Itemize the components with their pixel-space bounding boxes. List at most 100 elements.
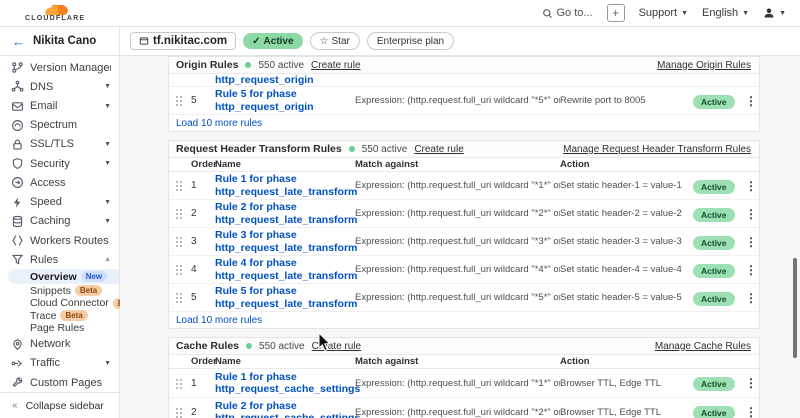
- language-menu[interactable]: English ▼: [702, 7, 749, 19]
- drag-handle[interactable]: [175, 236, 182, 247]
- rule-name-link[interactable]: Rule 1 for phasehttp_request_cache_setti…: [215, 371, 355, 396]
- access-icon: [11, 176, 24, 189]
- manage-origin-rules-link[interactable]: Manage Origin Rules: [657, 60, 751, 71]
- rule-name-link[interactable]: http_request_origin: [215, 74, 314, 86]
- rule-name-link[interactable]: Rule 2 for phasehttp_request_late_transf…: [215, 201, 355, 226]
- sidebar-item-network[interactable]: Network: [0, 335, 119, 354]
- manage-rht-rules-link[interactable]: Manage Request Header Transform Rules: [563, 144, 751, 155]
- star-button[interactable]: ☆ Star: [310, 32, 360, 50]
- chevron-down-icon: ▼: [104, 83, 111, 90]
- status-badge: Active: [693, 377, 735, 391]
- kebab-menu-icon[interactable]: ⋮: [741, 405, 761, 418]
- sidebar-item-dns[interactable]: DNS ▼: [0, 77, 119, 96]
- rule-name-link[interactable]: Rule 2 for phasehttp_request_cache_setti…: [215, 400, 355, 418]
- sidebar-item-custom-pages[interactable]: Custom Pages: [0, 373, 119, 392]
- user-menu[interactable]: ▼: [763, 7, 786, 19]
- rule-action: Set static header-5 = value-5: [560, 292, 693, 303]
- rule-action: Browser TTL, Edge TTL: [560, 378, 693, 389]
- kebab-menu-icon[interactable]: ⋮: [741, 263, 761, 277]
- sidebar-item-access[interactable]: Access: [0, 173, 119, 192]
- rule-order: 1: [191, 378, 215, 389]
- drag-handle[interactable]: [175, 95, 182, 106]
- kebab-menu-icon[interactable]: ⋮: [741, 94, 761, 108]
- rule-match-expression: Expression: (http.request.full_uri wildc…: [355, 180, 560, 191]
- back-arrow-icon[interactable]: ←: [12, 34, 25, 49]
- chevron-down-icon: ▼: [104, 160, 111, 167]
- status-badge: Active: [693, 95, 735, 109]
- table-row: 5 Rule 5 for phasehttp_request_late_tran…: [169, 284, 759, 312]
- manage-cache-rules-link[interactable]: Manage Cache Rules: [655, 341, 751, 352]
- drag-handle[interactable]: [175, 407, 182, 418]
- rule-match-expression: Expression: (http.request.full_uri wildc…: [355, 95, 560, 106]
- rule-match-expression: Expression: (http.request.full_uri wildc…: [355, 236, 560, 247]
- bolt-icon: [11, 196, 24, 209]
- sidebar-item-overview[interactable]: Overview New: [8, 269, 119, 284]
- table-row: 1 Rule 1 for phasehttp_request_late_tran…: [169, 172, 759, 200]
- status-badge: Active: [693, 208, 735, 222]
- chevron-down-icon: ▼: [104, 103, 111, 110]
- git-branch-icon: [11, 61, 24, 74]
- sidebar-item-speed[interactable]: Speed ▼: [0, 193, 119, 212]
- sidebar-item-traffic[interactable]: Traffic ▼: [0, 354, 119, 373]
- create-rule-link[interactable]: Create rule: [311, 60, 360, 71]
- goto-label: Go to...: [557, 7, 593, 19]
- rule-name-link[interactable]: Rule 5 for phasehttp_request_late_transf…: [215, 285, 355, 310]
- rule-action: Browser TTL, Edge TTL: [560, 407, 693, 418]
- sidebar-item-security[interactable]: Security ▼: [0, 154, 119, 173]
- rule-order: 5: [191, 292, 215, 303]
- rule-name-link[interactable]: Rule 3 for phasehttp_request_late_transf…: [215, 229, 355, 254]
- drag-handle[interactable]: [175, 180, 182, 191]
- rule-name-link[interactable]: Rule 4 for phasehttp_request_late_transf…: [215, 257, 355, 282]
- rule-order: 3: [191, 236, 215, 247]
- kebab-menu-icon[interactable]: ⋮: [741, 235, 761, 249]
- rule-match-expression: Expression: (http.request.full_uri wildc…: [355, 208, 560, 219]
- drag-handle[interactable]: [175, 264, 182, 275]
- active-dot-icon: [245, 62, 251, 68]
- status-badge: Active: [693, 180, 735, 194]
- sidebar-item-page-rules[interactable]: Page Rules: [0, 322, 119, 335]
- rule-name-link[interactable]: Rule 5 for phase http_request_origin: [215, 88, 355, 113]
- sidebar-item-ssl-tls[interactable]: SSL/TLS ▼: [0, 135, 119, 154]
- create-rule-link[interactable]: Create rule: [312, 341, 361, 352]
- sidebar-item-caching[interactable]: Caching ▼: [0, 212, 119, 231]
- sidebar-item-snippets[interactable]: Snippets Beta: [0, 284, 119, 297]
- drag-handle[interactable]: [175, 292, 182, 303]
- rule-name-link[interactable]: Rule 1 for phasehttp_request_late_transf…: [215, 173, 355, 198]
- drag-handle[interactable]: [175, 378, 182, 389]
- global-header: CLOUDFLARE Go to... + Support ▼ English …: [0, 0, 800, 27]
- sidebar-item-cloud-connector[interactable]: Cloud Connector Beta: [0, 297, 119, 310]
- kebab-menu-icon[interactable]: ⋮: [741, 291, 761, 305]
- active-count: 550 active: [362, 144, 408, 155]
- vertical-scrollbar[interactable]: [793, 258, 797, 358]
- load-more-rules-link[interactable]: Load 10 more rules: [169, 115, 759, 131]
- kebab-menu-icon[interactable]: ⋮: [741, 376, 761, 390]
- sidebar: Version Management DNS ▼ Email ▼ Spectru…: [0, 56, 120, 418]
- kebab-menu-icon[interactable]: ⋮: [741, 207, 761, 221]
- sidebar-item-workers-routes[interactable]: Workers Routes: [0, 231, 119, 250]
- sidebar-item-spectrum[interactable]: Spectrum: [0, 116, 119, 135]
- chevron-down-icon: ▼: [681, 10, 688, 17]
- create-rule-link[interactable]: Create rule: [414, 144, 463, 155]
- cache-rules-card: Cache Rules 550 active Create rule Manag…: [168, 337, 760, 418]
- sidebar-item-email[interactable]: Email ▼: [0, 96, 119, 115]
- zone-status-badge: ✓ Active: [243, 33, 302, 49]
- filter-icon: [11, 253, 24, 266]
- sidebar-item-trace[interactable]: Trace Beta: [0, 309, 119, 322]
- active-count: 550 active: [259, 341, 305, 352]
- collapse-sidebar-button[interactable]: « Collapse sidebar: [0, 392, 119, 418]
- col-action: Action: [560, 356, 693, 367]
- goto-search[interactable]: Go to...: [542, 7, 593, 19]
- sidebar-item-rules[interactable]: Rules ▲: [0, 250, 119, 269]
- add-site-button[interactable]: +: [607, 4, 625, 22]
- domain-selector[interactable]: tf.nikitac.com: [130, 32, 236, 50]
- traffic-icon: [11, 357, 24, 370]
- support-menu[interactable]: Support ▼: [639, 7, 688, 19]
- new-badge: New: [81, 271, 107, 282]
- load-more-rules-link[interactable]: Load 10 more rules: [169, 312, 759, 328]
- status-badge: Active: [693, 406, 735, 418]
- cloudflare-logo[interactable]: CLOUDFLARE: [25, 5, 85, 22]
- drag-handle[interactable]: [175, 208, 182, 219]
- kebab-menu-icon[interactable]: ⋮: [741, 179, 761, 193]
- origin-rules-card: Origin Rules 550 active Create rule Mana…: [168, 56, 760, 132]
- sidebar-item-version-management[interactable]: Version Management: [0, 58, 119, 77]
